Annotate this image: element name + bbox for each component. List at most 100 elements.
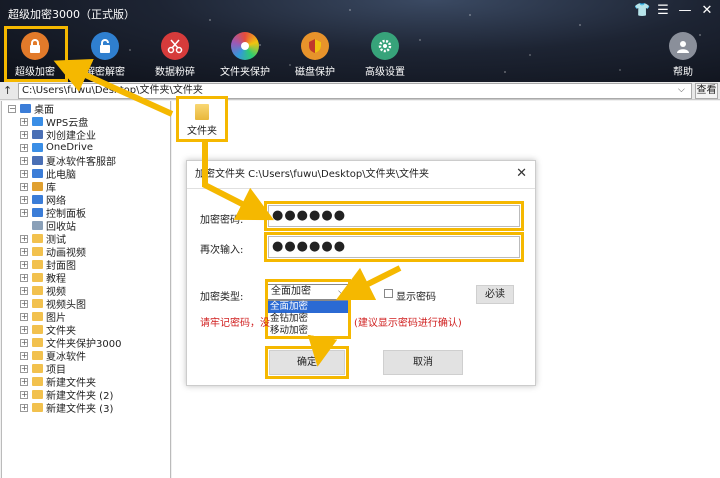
menu-icon[interactable]: ☰	[656, 3, 670, 18]
folder-label: 文件夹	[187, 126, 217, 137]
toolbar-label: 磁盘保护	[295, 67, 335, 78]
recycle-bin-icon	[32, 221, 43, 230]
folder-icon	[32, 364, 43, 373]
collapse-icon[interactable]: −	[8, 104, 16, 113]
password-label: 加密密码:	[200, 215, 244, 226]
computer-icon	[32, 169, 43, 178]
control-panel-icon	[32, 208, 43, 217]
tree-label: 刘创建企业	[46, 131, 96, 142]
toolbar: 超级加密 解密解密 数据粉碎 文件夹保护 磁盘保护 高级设置 帮助	[0, 30, 720, 80]
gear-icon	[371, 32, 399, 60]
select-highlight	[265, 279, 351, 339]
expand-icon[interactable]: +	[20, 234, 28, 243]
tree-item[interactable]: + 刘创建企业	[20, 128, 96, 142]
folder-icon	[195, 104, 209, 120]
shield-icon	[301, 32, 329, 60]
expand-icon[interactable]: +	[20, 364, 28, 373]
folder-icon	[32, 338, 43, 347]
expand-icon[interactable]: +	[20, 312, 28, 321]
folder-icon	[32, 390, 43, 399]
toolbar-label: 解密解密	[85, 67, 125, 78]
expand-icon[interactable]: +	[20, 403, 28, 412]
expand-icon[interactable]: +	[20, 156, 28, 165]
toolbar-shred-button[interactable]: 数据粉碎	[142, 32, 208, 78]
expand-icon[interactable]: +	[20, 325, 28, 334]
encrypt-type-label: 加密类型:	[200, 292, 244, 303]
folder-icon	[32, 273, 43, 282]
expand-icon[interactable]: +	[20, 143, 28, 152]
password-highlight	[264, 201, 524, 231]
ring-icon	[231, 32, 259, 60]
folder-tree: − 桌面 + WPS云盘 + 刘创建企业 + OneDrive + 夏冰软件客服部 + 此电脑 + 库 + 网…	[1, 101, 171, 478]
cloud-icon	[32, 117, 43, 126]
toolbar-label: 数据粉碎	[155, 67, 195, 78]
ok-button-highlight	[265, 346, 349, 379]
toolbar-label: 帮助	[673, 67, 693, 78]
confirm-password-highlight	[264, 232, 524, 262]
expand-icon[interactable]: +	[20, 208, 28, 217]
folder-icon	[32, 299, 43, 308]
tree-item[interactable]: + 新建文件夹 (3)	[20, 401, 114, 415]
app-title: 超级加密3000（正式版）	[8, 8, 135, 21]
contact-icon	[32, 156, 43, 165]
warning-text-right: (建议显示密码进行确认)	[354, 318, 462, 329]
tree-label: OneDrive	[46, 142, 94, 153]
expand-icon[interactable]: +	[20, 169, 28, 178]
chevron-down-icon[interactable]: ⌵	[678, 85, 685, 95]
expand-icon[interactable]: +	[20, 117, 28, 126]
folder-icon	[32, 351, 43, 360]
expand-icon[interactable]: +	[20, 260, 28, 269]
expand-icon[interactable]: +	[20, 338, 28, 347]
window-controls: 👕 ☰ — ✕	[634, 3, 714, 18]
folder-item[interactable]: 文件夹	[176, 96, 228, 142]
encrypt-dialog: 加密文件夹 C:\Users\fuwu\Desktop\文件夹\文件夹 ✕ 加密…	[186, 160, 536, 386]
folder-icon	[32, 377, 43, 386]
user-icon	[669, 32, 697, 60]
expand-icon[interactable]: +	[20, 247, 28, 256]
folder-icon	[32, 325, 43, 334]
view-button[interactable]: 查看	[695, 83, 718, 99]
contact-icon	[32, 130, 43, 139]
toolbar-decrypt-button[interactable]: 解密解密	[72, 32, 138, 78]
tree-label: 新建文件夹 (3)	[46, 404, 114, 415]
toolbar-disk-protect-button[interactable]: 磁盘保护	[282, 32, 348, 78]
expand-icon[interactable]: +	[20, 351, 28, 360]
expand-icon[interactable]: +	[20, 286, 28, 295]
dialog-title: 加密文件夹 C:\Users\fuwu\Desktop\文件夹\文件夹	[187, 161, 535, 189]
expand-icon[interactable]: +	[20, 130, 28, 139]
folder-icon	[32, 286, 43, 295]
show-password-checkbox[interactable]	[384, 289, 393, 298]
path-input[interactable]: C:\Users\fuwu\Desktop\文件夹\文件夹	[18, 83, 692, 99]
confirm-password-label: 再次输入:	[200, 245, 244, 256]
expand-icon[interactable]: +	[20, 377, 28, 386]
folder-icon	[32, 403, 43, 412]
folder-icon	[32, 260, 43, 269]
expand-icon[interactable]: +	[20, 299, 28, 308]
close-icon[interactable]: ✕	[516, 166, 527, 181]
show-password-label: 显示密码	[396, 292, 436, 303]
cloud-icon	[32, 143, 43, 152]
cancel-button[interactable]: 取消	[383, 350, 463, 375]
folder-icon	[32, 234, 43, 243]
shirt-icon[interactable]: 👕	[634, 3, 650, 18]
expand-icon[interactable]: +	[20, 195, 28, 204]
toolbar-settings-button[interactable]: 高级设置	[352, 32, 418, 78]
toolbar-label: 高级设置	[365, 67, 405, 78]
must-read-button[interactable]: 必读	[476, 285, 514, 304]
expand-icon[interactable]: +	[20, 390, 28, 399]
folder-icon	[32, 247, 43, 256]
path-bar: ↑ C:\Users\fuwu\Desktop\文件夹\文件夹 ⌵ 查看	[0, 82, 720, 100]
toolbar-help-button[interactable]: 帮助	[650, 32, 716, 78]
warning-text-left: 请牢记密码，没	[200, 318, 270, 329]
expand-icon[interactable]: +	[20, 182, 28, 191]
network-icon	[32, 195, 43, 204]
minimize-icon[interactable]: —	[678, 3, 692, 18]
toolbar-folder-protect-button[interactable]: 文件夹保护	[212, 32, 278, 78]
expand-icon[interactable]: +	[20, 273, 28, 282]
up-arrow-icon[interactable]: ↑	[3, 84, 12, 97]
scissors-icon	[161, 32, 189, 60]
library-icon	[32, 182, 43, 191]
desktop-icon	[20, 104, 31, 113]
close-icon[interactable]: ✕	[700, 3, 714, 18]
encrypt-button-highlight	[4, 26, 68, 82]
